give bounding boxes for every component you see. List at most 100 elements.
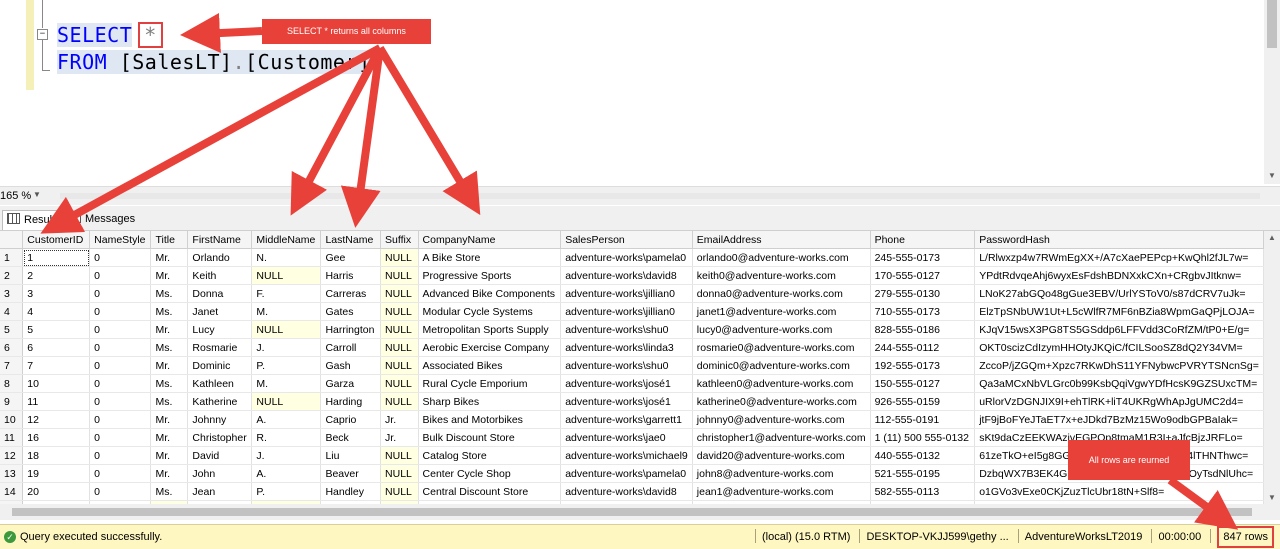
scroll-up-icon[interactable]: ▲ [1267,233,1277,242]
grid-cell[interactable]: 1 (11) 500 555-0132 [870,428,976,447]
grid-cell[interactable]: adventure-works\pamela0 [560,464,693,483]
grid-cell[interactable]: 20 [22,482,91,501]
grid-cell[interactable]: 0 [89,248,152,267]
grid-cell[interactable]: M. [251,374,322,393]
table-row[interactable]: 5 5 0 Mr. Lucy NULL Harrington NULL Metropolitan… [0,320,1264,339]
grid-cell[interactable]: adventure-works\jillian0 [560,284,693,303]
grid-cell[interactable]: Ms. [150,392,189,411]
grid-cell[interactable]: Liu [320,446,382,465]
grid-cell[interactable]: Donna [187,284,253,303]
grid-cell[interactable]: Lucy [187,320,253,339]
row-number[interactable]: 10 [0,410,24,429]
grid-cell[interactable]: jean1@adventure-works.com [692,482,871,501]
grid-cell[interactable]: 0 [89,302,152,321]
row-number[interactable]: 9 [0,392,24,411]
grid-cell[interactable]: adventure-works\shu0 [560,320,693,339]
row-number[interactable]: 5 [0,320,24,339]
grid-cell[interactable]: 6 [22,338,91,357]
grid-cell[interactable]: NULL [251,320,322,339]
grid-cell[interactable]: adventure-works\josé1 [560,374,693,393]
grid-horizontal-scrollbar[interactable] [0,504,1280,520]
grid-cell[interactable]: KJqV15wsX3PG8TS5GSddp6LFFVdd3CoRfZM/tP0+… [974,320,1264,339]
column-header[interactable]: Title [150,231,189,249]
row-number[interactable]: 13 [0,464,24,483]
table-row[interactable]: 14 20 0 Ms. Jean P. Handley NULL Central Discoun… [0,482,1264,501]
grid-cell[interactable]: 1 [22,248,91,267]
grid-cell[interactable]: 710-555-0173 [870,302,976,321]
grid-cell[interactable]: 112-555-0191 [870,410,976,429]
row-number[interactable]: 12 [0,446,24,465]
grid-cell[interactable]: NULL [251,392,322,411]
table-row[interactable]: 10 12 0 Mr. Johnny A. Caprio Jr. Bikes and Motor… [0,410,1264,429]
grid-cell[interactable]: Gee [320,248,382,267]
row-number[interactable]: 14 [0,482,24,501]
grid-cell[interactable]: adventure-works\jillian0 [560,302,693,321]
grid-cell[interactable]: M. [251,302,322,321]
grid-cell[interactable]: Ms. [150,338,189,357]
grid-cell[interactable]: Kathleen [187,374,253,393]
table-row[interactable]: 3 3 0 Ms. Donna F. Carreras NULL Advanced Bike C… [0,284,1264,303]
grid-cell[interactable]: J. [251,338,322,357]
grid-cell[interactable]: Catalog Store [418,446,562,465]
grid-cell[interactable]: 521-555-0195 [870,464,976,483]
grid-cell[interactable]: 170-555-0127 [870,266,976,285]
grid-cell[interactable]: Mr. [150,464,189,483]
grid-cell[interactable]: NULL [380,464,419,483]
grid-cell[interactable]: 150-555-0127 [870,374,976,393]
grid-cell[interactable]: Sharp Bikes [418,392,562,411]
grid-cell[interactable]: janet1@adventure-works.com [692,302,871,321]
grid-cell[interactable]: Harris [320,266,382,285]
grid-cell[interactable]: Carreras [320,284,382,303]
code-line-select[interactable]: SELECT * [57,22,163,48]
grid-cell[interactable]: 2 [22,266,91,285]
column-header[interactable]: MiddleName [251,231,322,249]
grid-cell[interactable]: 279-555-0130 [870,284,976,303]
grid-cell[interactable]: Qa3aMCxNbVLGrc0b99KsbQqiVgwYDfHcsK9GZSUx… [974,374,1264,393]
grid-cell[interactable]: 0 [89,464,152,483]
grid-cell[interactable]: Aerobic Exercise Company [418,338,562,357]
row-number[interactable]: 3 [0,284,24,303]
grid-cell[interactable]: ElzTpSNbUW1Ut+L5cWlfR7MF6nBZia8WpmGaQPjL… [974,302,1264,321]
row-number[interactable]: 8 [0,374,24,393]
grid-cell[interactable]: keith0@adventure-works.com [692,266,871,285]
zoom-dropdown-icon[interactable]: ▼ [33,190,41,199]
grid-cell[interactable]: Advanced Bike Components [418,284,562,303]
grid-cell[interactable]: Harrington [320,320,382,339]
grid-cell[interactable]: Center Cycle Shop [418,464,562,483]
corner-cell[interactable] [0,231,24,249]
column-header[interactable]: NameStyle [89,231,152,249]
grid-cell[interactable]: NULL [380,392,419,411]
grid-cell[interactable]: 5 [22,320,91,339]
grid-cell[interactable]: 3 [22,284,91,303]
grid-cell[interactable]: 926-555-0159 [870,392,976,411]
grid-cell[interactable]: Rosmarie [187,338,253,357]
query-editor[interactable]: − SELECT * FROM [SalesLT].[Customer] SELE… [0,0,1280,184]
column-header[interactable]: Suffix [380,231,419,249]
grid-cell[interactable]: Jr. [380,410,419,429]
grid-cell[interactable]: David [187,446,253,465]
grid-cell[interactable]: katherine0@adventure-works.com [692,392,871,411]
grid-cell[interactable]: 245-555-0173 [870,248,976,267]
grid-cell[interactable]: o1GVo3vExe0CKjZuzTlcUbr18tN+Slf8= [974,482,1264,501]
table-row[interactable]: 7 7 0 Mr. Dominic P. Gash NULL Associated Bikes a… [0,356,1264,375]
grid-cell[interactable]: 0 [89,392,152,411]
grid-cell[interactable]: Keith [187,266,253,285]
grid-cell[interactable]: Caprio [320,410,382,429]
grid-cell[interactable]: 0 [89,374,152,393]
grid-cell[interactable]: 0 [89,356,152,375]
zoom-level[interactable]: 165 % [0,190,31,202]
grid-cell[interactable]: 0 [89,266,152,285]
grid-cell[interactable]: adventure-works\michael9 [560,446,693,465]
column-header[interactable]: FirstName [187,231,253,249]
grid-cell[interactable]: A. [251,410,322,429]
grid-cell[interactable]: 0 [89,338,152,357]
grid-cell[interactable]: Mr. [150,248,189,267]
grid-cell[interactable]: adventure-works\jae0 [560,428,693,447]
column-header[interactable]: CompanyName [418,231,562,249]
grid-cell[interactable]: Garza [320,374,382,393]
grid-cell[interactable]: Ms. [150,302,189,321]
grid-cell[interactable]: Christopher [187,428,253,447]
grid-hscroll-thumb[interactable] [12,508,1252,516]
grid-cell[interactable]: john8@adventure-works.com [692,464,871,483]
grid-cell[interactable]: P. [251,482,322,501]
